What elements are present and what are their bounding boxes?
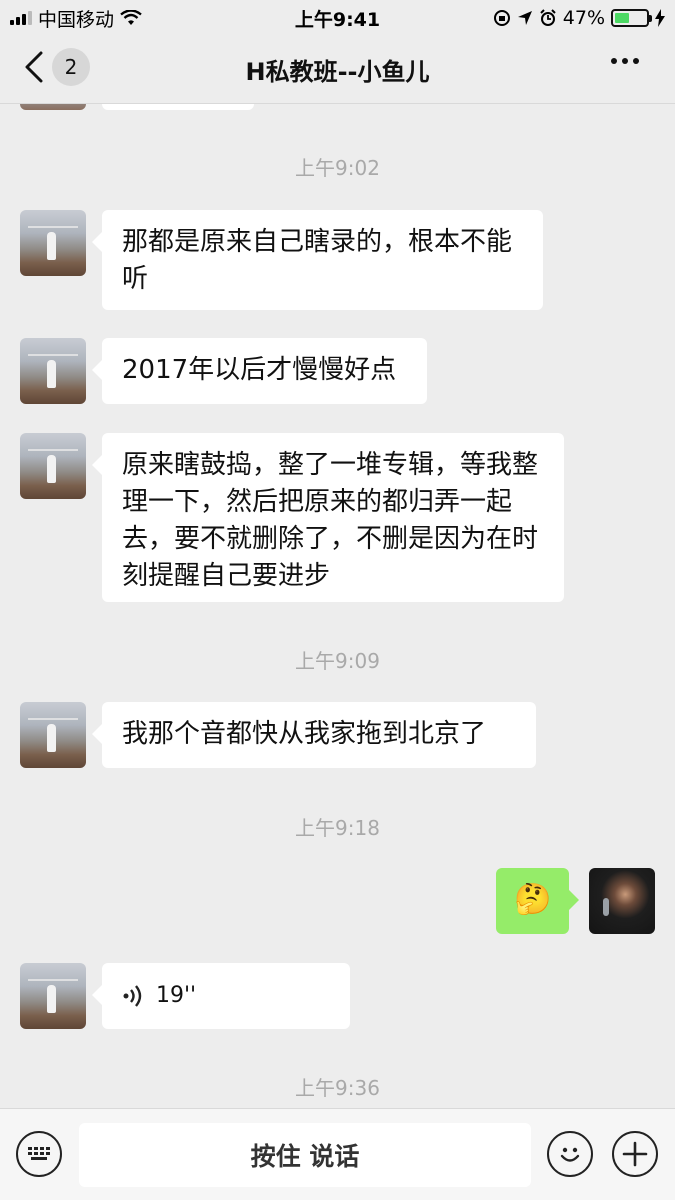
voice-duration: 19'' <box>156 983 197 1008</box>
chevron-left-icon <box>25 51 43 83</box>
voice-wave-icon <box>123 984 142 1007</box>
message-bubble-self[interactable]: 🤔 <box>496 868 579 934</box>
emoji-icon <box>560 1147 580 1162</box>
avatar[interactable] <box>20 702 86 768</box>
message-text: 那都是原来自己瞎录的，根本不能听 <box>122 227 513 294</box>
status-left: 中国移动 <box>10 5 142 32</box>
avatar[interactable] <box>20 433 86 499</box>
avatar[interactable] <box>20 338 86 404</box>
wifi-icon <box>120 10 142 25</box>
avatar[interactable] <box>20 963 86 1029</box>
status-right: 47% <box>493 7 665 29</box>
voice-message: 19'' <box>122 977 330 1014</box>
avatar[interactable] <box>20 210 86 276</box>
message-bubble[interactable]: 2017年以后才慢慢好点 <box>92 338 427 404</box>
timestamp: 上午9:02 <box>295 156 380 180</box>
message-text: 2017年以后才慢慢好点 <box>122 355 397 385</box>
timestamp: 上午9:36 <box>295 1076 380 1100</box>
message-bubble[interactable]: 原来瞎鼓捣，整了一堆专辑，等我整理一下，然后把原来的都归弄一起去，要不就删除了，… <box>92 433 564 602</box>
more-icon <box>611 58 617 64</box>
plus-button[interactable] <box>612 1131 658 1177</box>
message-bubble-partial <box>102 104 254 110</box>
emoji-button[interactable] <box>547 1131 593 1177</box>
battery-fill <box>615 13 630 23</box>
location-icon <box>517 11 532 25</box>
avatar-partial <box>20 104 86 110</box>
thinking-emoji-icon: 🤔 <box>514 882 552 917</box>
signal-icon <box>10 11 32 25</box>
avatar-self[interactable] <box>589 868 655 934</box>
battery-percent: 47% <box>562 7 605 29</box>
more-button[interactable] <box>611 58 639 64</box>
timestamp: 上午9:09 <box>295 649 380 673</box>
chat-area[interactable]: 上午9:02 那都是原来自己瞎录的，根本不能听 2017年以后才慢慢好点 原来瞎… <box>0 104 675 1108</box>
keyboard-icon <box>28 1147 50 1160</box>
timestamp: 上午9:18 <box>295 816 380 840</box>
hold-to-talk-button[interactable]: 按住 说话 <box>79 1123 531 1187</box>
plus-icon <box>622 1141 648 1167</box>
message-text: 原来瞎鼓捣，整了一堆专辑，等我整理一下，然后把原来的都归弄一起去，要不就删除了，… <box>122 450 539 591</box>
battery-icon <box>611 9 652 27</box>
chat-title: H私教班--小鱼儿 <box>245 58 430 86</box>
input-bar: 按住 说话 <box>0 1108 675 1200</box>
keyboard-button[interactable] <box>16 1131 62 1177</box>
message-text: 我那个音都快从我家拖到北京了 <box>122 719 487 749</box>
message-bubble[interactable]: 那都是原来自己瞎录的，根本不能听 <box>92 210 543 310</box>
message-bubble[interactable]: 我那个音都快从我家拖到北京了 <box>92 702 536 768</box>
chat-header: 2 H私教班--小鱼儿 <box>0 36 675 104</box>
orientation-lock-icon <box>493 10 510 26</box>
charging-icon <box>655 9 665 27</box>
alarm-icon <box>540 9 556 26</box>
unread-count-badge: 2 <box>52 48 90 86</box>
carrier-label: 中国移动 <box>38 8 115 31</box>
status-bar: 中国移动 上午9:41 47% <box>0 0 675 36</box>
voice-message-bubble[interactable]: 19'' <box>92 963 350 1029</box>
back-button[interactable]: 2 <box>24 48 90 86</box>
